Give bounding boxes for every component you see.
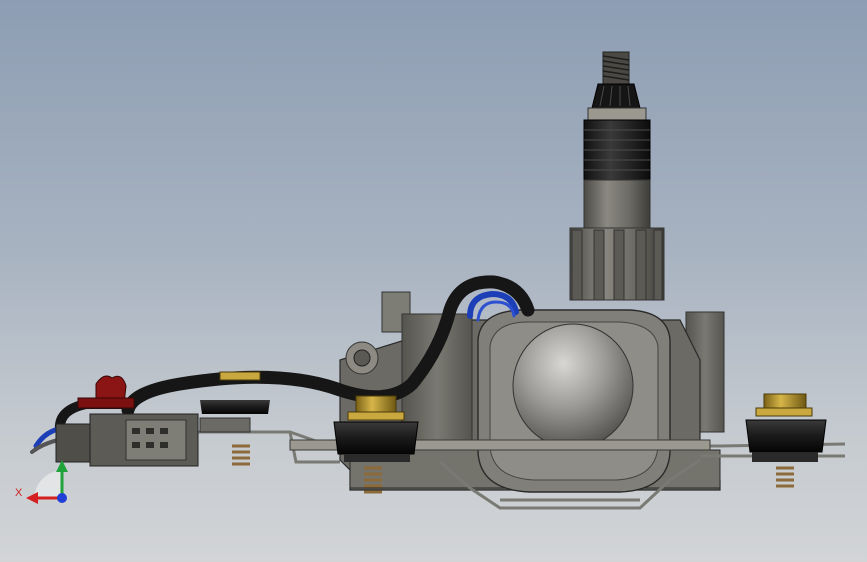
coordinate-triad: X [15,460,68,504]
x-axis-label: X [15,487,23,499]
triad-plane [34,470,62,498]
z-axis-dot [57,493,67,503]
cad-viewport[interactable]: X [0,0,867,562]
